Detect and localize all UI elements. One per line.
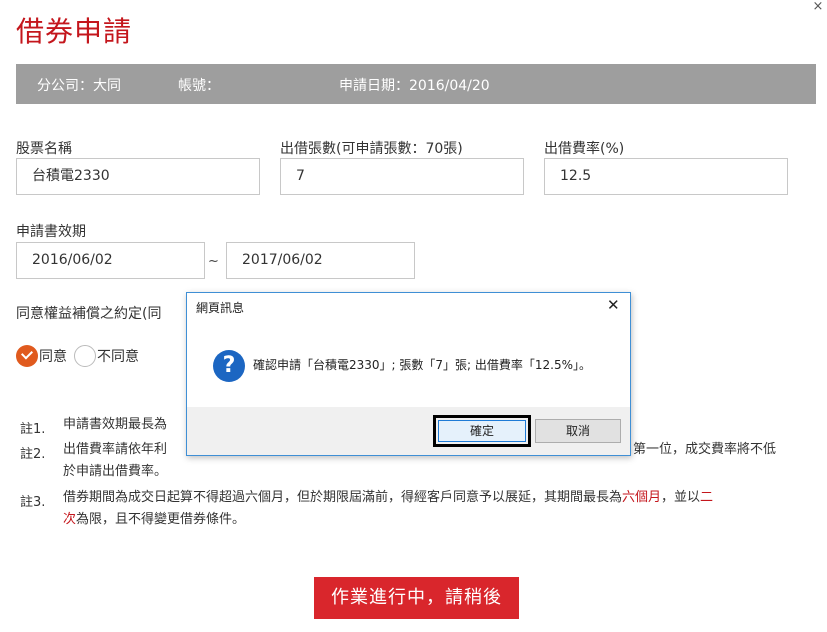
note-3-text: 借券期間為成交日起算不得超過六個月，但於期限屆滿前，得經客戶同意予以展延，其期間… [63, 490, 714, 527]
page-title: 借券申請 [16, 15, 133, 48]
validity-start-field[interactable]: 2016/06/02 [16, 242, 205, 279]
disagree-label[interactable]: 不同意 [97, 346, 139, 366]
close-icon[interactable]: ✕ [607, 296, 620, 314]
cancel-button[interactable]: 取消 [535, 419, 621, 443]
branch-info: 分公司：大同 [37, 78, 121, 94]
date-range-separator: ~ [208, 254, 219, 269]
info-bar: 分公司：大同 帳號： 申請日期：2016/04/20 [16, 64, 816, 104]
ok-button[interactable]: 確定 [438, 420, 526, 442]
note-1-text: 申請書效期最長為 [63, 417, 168, 432]
question-icon: ? [213, 350, 245, 382]
apply-date-info: 申請日期：2016/04/20 [339, 78, 490, 94]
validity-label: 申請書效期 [16, 224, 86, 240]
note-2-text-left: 出借費率請依年利 [63, 442, 168, 457]
lend-qty-label: 出借張數(可申請張數：70張) [280, 141, 463, 157]
validity-end-field[interactable]: 2017/06/02 [226, 242, 415, 279]
dialog-message: 確認申請「台積電2330」; 張數「7」張; 出借費率「12.5%」。 [253, 358, 592, 372]
lend-rate-label: 出借費率(%) [544, 141, 625, 157]
stock-name-field[interactable]: 台積電2330 [16, 158, 260, 195]
note-3-tag: 註3. [20, 495, 46, 510]
note-1-tag: 註1. [20, 422, 46, 437]
account-info: 帳號： [178, 78, 220, 94]
note-2-tag: 註2. [20, 447, 46, 462]
lend-rate-field[interactable]: 12.5 [544, 158, 788, 195]
dialog-footer: 確定 取消 [187, 407, 630, 455]
stock-name-label: 股票名稱 [16, 141, 72, 157]
webpage-message-dialog: 網頁訊息 ✕ ? 確認申請「台積電2330」; 張數「7」張; 出借費率「12.… [186, 292, 631, 456]
agree-label[interactable]: 同意 [39, 346, 67, 366]
close-icon[interactable]: × [811, 0, 825, 14]
lend-qty-field[interactable]: 7 [280, 158, 524, 195]
dialog-title: 網頁訊息 [196, 301, 245, 315]
disagree-radio[interactable] [74, 345, 96, 367]
ok-button-focus-frame: 確定 [433, 415, 531, 447]
submit-button[interactable]: 作業進行中，請稍後 [314, 577, 519, 619]
note-2-text-line2: 於申請出借費率。 [63, 464, 168, 479]
rights-compensation-label: 同意權益補償之約定(同 [16, 306, 162, 322]
note-2-text-right: 第一位，成交費率將不低 [633, 442, 777, 457]
agree-radio[interactable] [16, 345, 38, 367]
